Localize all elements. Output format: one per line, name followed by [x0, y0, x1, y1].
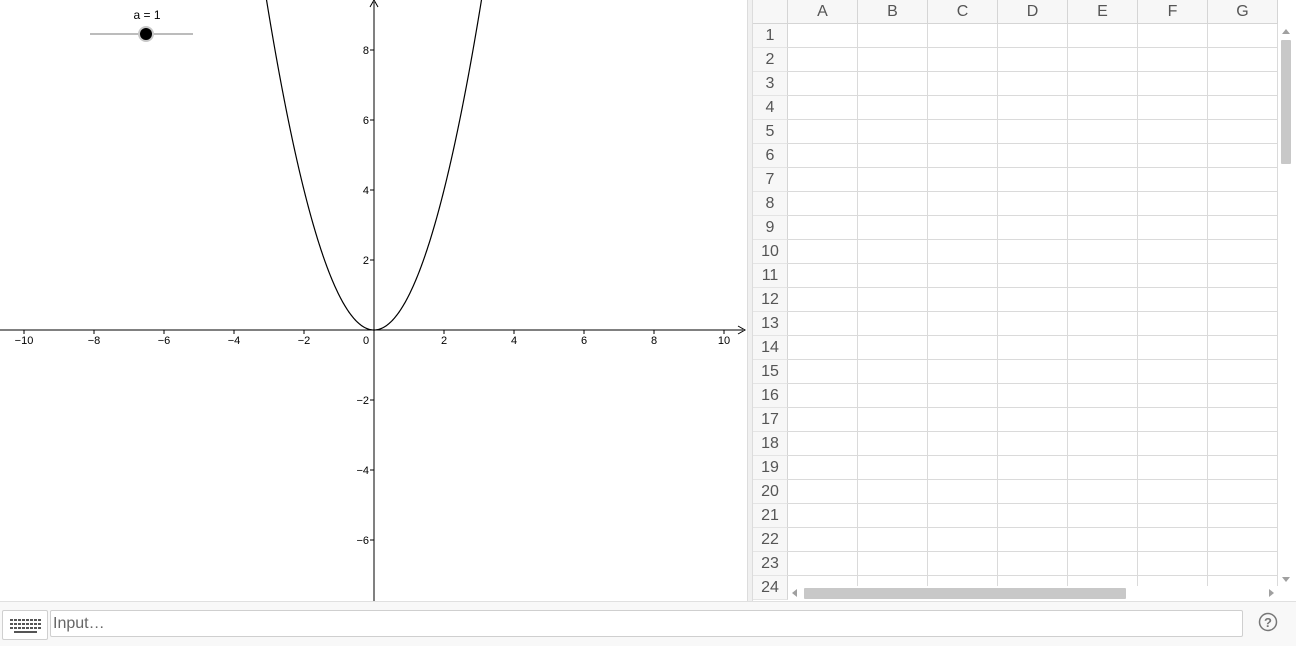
column-headers: ABCDEFG	[753, 0, 1296, 24]
vertical-scrollbar[interactable]	[1278, 24, 1296, 586]
slider-a[interactable]: a = 1	[90, 8, 193, 42]
column-header-a[interactable]: A	[788, 0, 858, 24]
x-tick-label: −8	[88, 335, 101, 347]
row-header-7[interactable]: 7	[753, 168, 788, 192]
row-header-23[interactable]: 23	[753, 552, 788, 576]
row-header-4[interactable]: 4	[753, 96, 788, 120]
y-tick-label: −2	[356, 395, 369, 407]
cell-grid[interactable]	[788, 24, 1278, 586]
x-tick-label: −10	[15, 335, 34, 347]
horizontal-scroll-thumb[interactable]	[804, 588, 1126, 599]
algebra-input[interactable]	[50, 610, 1243, 637]
row-header-13[interactable]: 13	[753, 312, 788, 336]
row-header-3[interactable]: 3	[753, 72, 788, 96]
x-tick-label: 8	[651, 335, 657, 347]
vertical-scroll-thumb[interactable]	[1281, 40, 1291, 164]
x-tick-label: −6	[158, 335, 171, 347]
x-tick-label: 6	[581, 335, 587, 347]
x-tick-label: −4	[228, 335, 241, 347]
row-header-21[interactable]: 21	[753, 504, 788, 528]
y-tick-label: 6	[363, 115, 369, 127]
y-tick-label: −4	[356, 465, 369, 477]
axes	[0, 0, 747, 601]
help-icon[interactable]: ?	[1258, 612, 1278, 632]
column-header-f[interactable]: F	[1138, 0, 1208, 24]
column-header-g[interactable]: G	[1208, 0, 1278, 24]
row-header-15[interactable]: 15	[753, 360, 788, 384]
slider-label: a = 1	[133, 8, 160, 22]
x-tick-label: 2	[441, 335, 447, 347]
row-header-10[interactable]: 10	[753, 240, 788, 264]
row-header-24[interactable]: 24	[753, 576, 788, 600]
x-tick-label: 4	[511, 335, 517, 347]
column-header-b[interactable]: B	[858, 0, 928, 24]
row-header-11[interactable]: 11	[753, 264, 788, 288]
x-tick-label: 10	[718, 335, 730, 347]
select-all-corner[interactable]	[753, 0, 788, 24]
y-tick-label: 2	[363, 255, 369, 267]
row-header-20[interactable]: 20	[753, 480, 788, 504]
row-header-5[interactable]: 5	[753, 120, 788, 144]
row-header-2[interactable]: 2	[753, 48, 788, 72]
y-tick-label: 8	[363, 45, 369, 57]
column-header-e[interactable]: E	[1068, 0, 1138, 24]
column-header-d[interactable]: D	[998, 0, 1068, 24]
row-header-8[interactable]: 8	[753, 192, 788, 216]
row-header-1[interactable]: 1	[753, 24, 788, 48]
row-header-6[interactable]: 6	[753, 144, 788, 168]
row-header-18[interactable]: 18	[753, 432, 788, 456]
keyboard-icon	[10, 619, 41, 633]
spreadsheet-view[interactable]: ABCDEFG 1 2 3 4 5 6 7 8 9 10 11 12 13 14 15 16 17 18 19 20 2…	[753, 0, 1296, 601]
graph-canvas[interactable]: −10 −8 −6 −4 −2 0 2 4 6 8 10 2 4 6 8 −2 −4 −6 a = 1	[0, 0, 747, 601]
row-header-16[interactable]: 16	[753, 384, 788, 408]
row-header-9[interactable]: 9	[753, 216, 788, 240]
graphics-view[interactable]: −10 −8 −6 −4 −2 0 2 4 6 8 10 2 4 6 8 −2 −4 −6 a = 1	[0, 0, 747, 601]
scroll-right-icon[interactable]	[1269, 589, 1274, 597]
row-header-12[interactable]: 12	[753, 288, 788, 312]
scroll-left-icon[interactable]	[792, 589, 797, 597]
column-header-c[interactable]: C	[928, 0, 998, 24]
input-bar	[0, 601, 1296, 646]
keyboard-button[interactable]	[2, 610, 48, 640]
row-header-17[interactable]: 17	[753, 408, 788, 432]
scroll-down-icon[interactable]	[1282, 577, 1290, 582]
scroll-up-icon[interactable]	[1282, 29, 1290, 34]
axis-ticks: −10 −8 −6 −4 −2 0 2 4 6 8 10 2 4 6 8 −2 −4 −6	[15, 45, 730, 547]
horizontal-scrollbar[interactable]	[788, 586, 1278, 601]
y-tick-label: 4	[363, 185, 369, 197]
row-header-22[interactable]: 22	[753, 528, 788, 552]
x-tick-label: 0	[363, 335, 369, 347]
row-header-14[interactable]: 14	[753, 336, 788, 360]
y-tick-label: −6	[356, 535, 369, 547]
x-tick-label: −2	[298, 335, 311, 347]
slider-knob[interactable]	[140, 28, 152, 40]
svg-text:?: ?	[1264, 615, 1272, 630]
row-header-19[interactable]: 19	[753, 456, 788, 480]
